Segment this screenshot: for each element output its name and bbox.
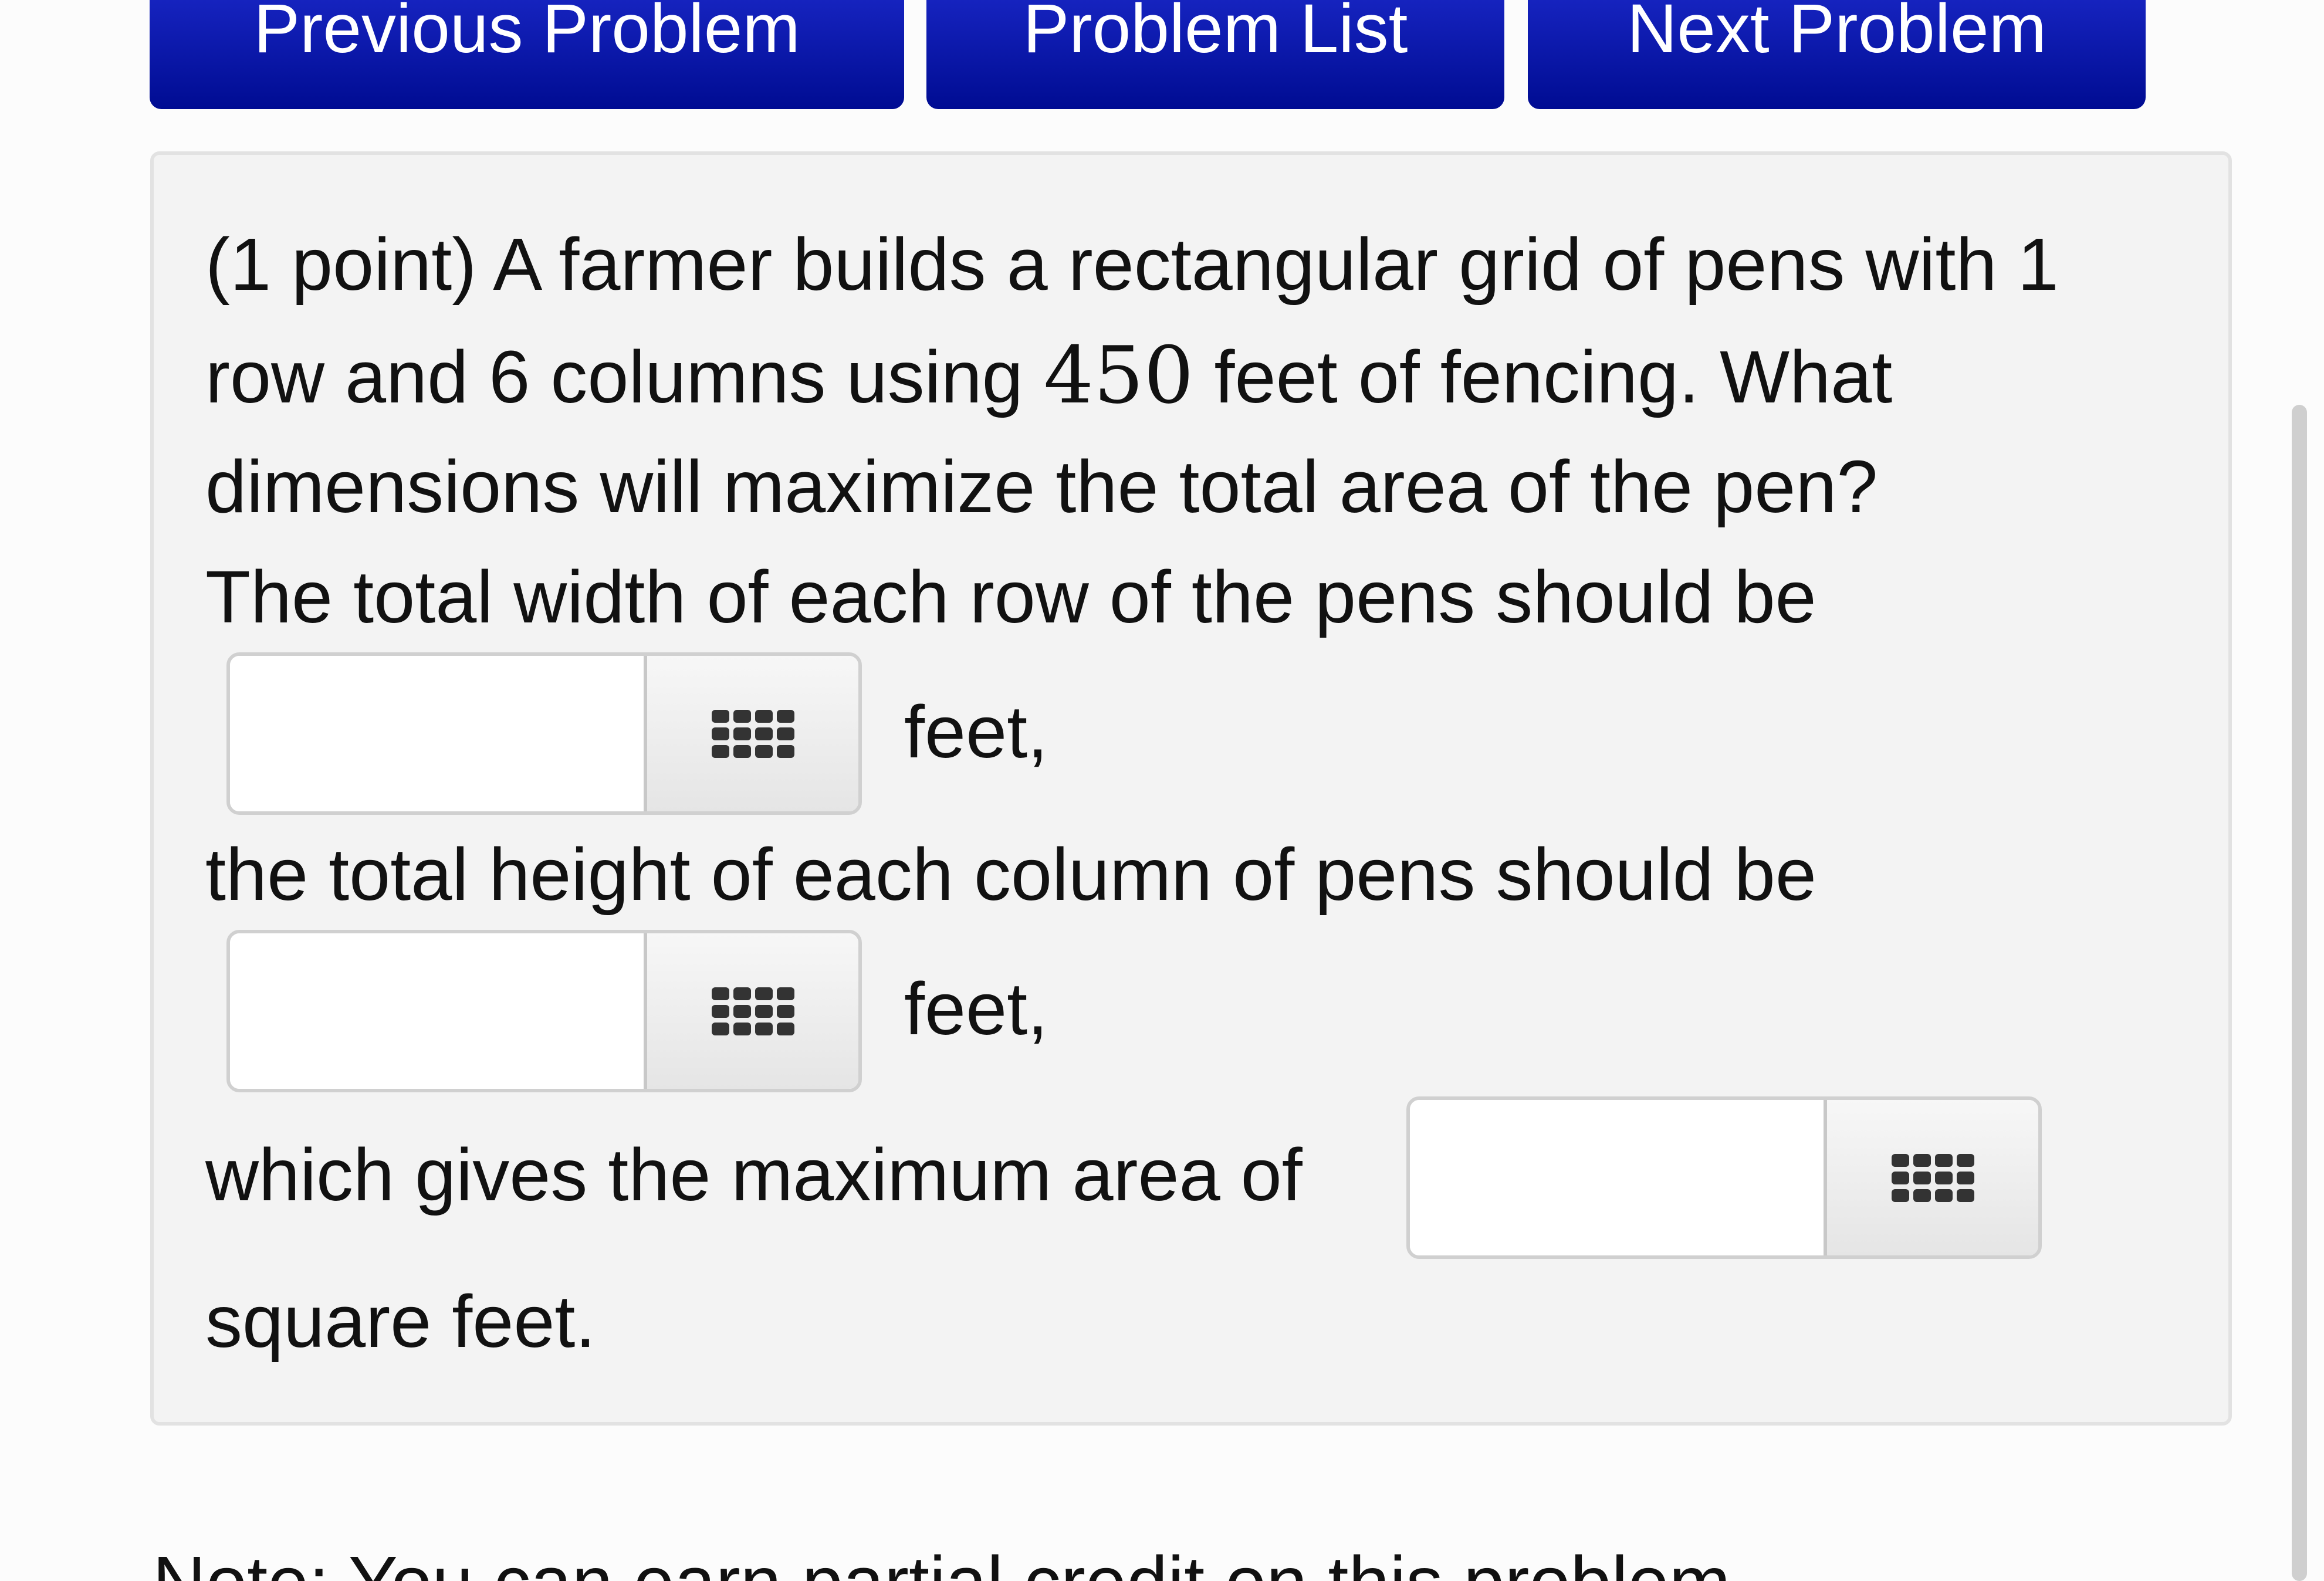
height-equation-palette-button[interactable]	[644, 933, 858, 1089]
width-answer-input[interactable]	[230, 656, 644, 811]
area-answer-group	[1406, 1096, 2042, 1259]
width-answer-group	[226, 652, 862, 815]
next-problem-button[interactable]: Next Problem	[1528, 0, 2146, 109]
next-problem-label: Next Problem	[1627, 0, 2046, 67]
problem-text-line-3: dimensions will maximize the total area …	[205, 445, 1878, 528]
area-equation-palette-button[interactable]	[1824, 1100, 2038, 1255]
grid-keypad-icon	[711, 709, 794, 758]
grid-keypad-icon	[1891, 1153, 1974, 1202]
problem-list-label: Problem List	[1023, 0, 1408, 67]
problem-text-line-5: the total height of each column of pens …	[205, 833, 1816, 916]
problem-text-line-6: which gives the maximum area of	[205, 1133, 1303, 1216]
problem-text-line-7: square feet.	[205, 1280, 596, 1363]
width-equation-palette-button[interactable]	[644, 656, 858, 811]
area-answer-input[interactable]	[1410, 1100, 1824, 1255]
width-unit-label: feet,	[904, 690, 1048, 773]
height-unit-label: feet,	[904, 967, 1048, 1050]
partial-credit-note: Note: You can earn partial credit on thi…	[153, 1546, 1751, 1581]
grid-keypad-icon	[711, 987, 794, 1035]
problem-list-button[interactable]: Problem List	[926, 0, 1504, 109]
problem-text-line-2-prefix: row and 6 columns using	[205, 336, 1044, 418]
previous-problem-button[interactable]: Previous Problem	[150, 0, 904, 109]
height-answer-group	[226, 930, 862, 1092]
vertical-scrollbar[interactable]	[2292, 405, 2307, 1581]
previous-problem-label: Previous Problem	[253, 0, 800, 67]
problem-text-line-1: (1 point) A farmer builds a rectangular …	[205, 223, 2059, 306]
fencing-total-value: 450	[1043, 330, 1194, 421]
height-answer-input[interactable]	[230, 933, 644, 1089]
problem-text-line-4: The total width of each row of the pens …	[205, 556, 1816, 638]
problem-text-line-2: row and 6 columns using 450 feet of fenc…	[205, 336, 1892, 415]
problem-text-line-2-suffix: feet of fencing. What	[1193, 336, 1893, 418]
